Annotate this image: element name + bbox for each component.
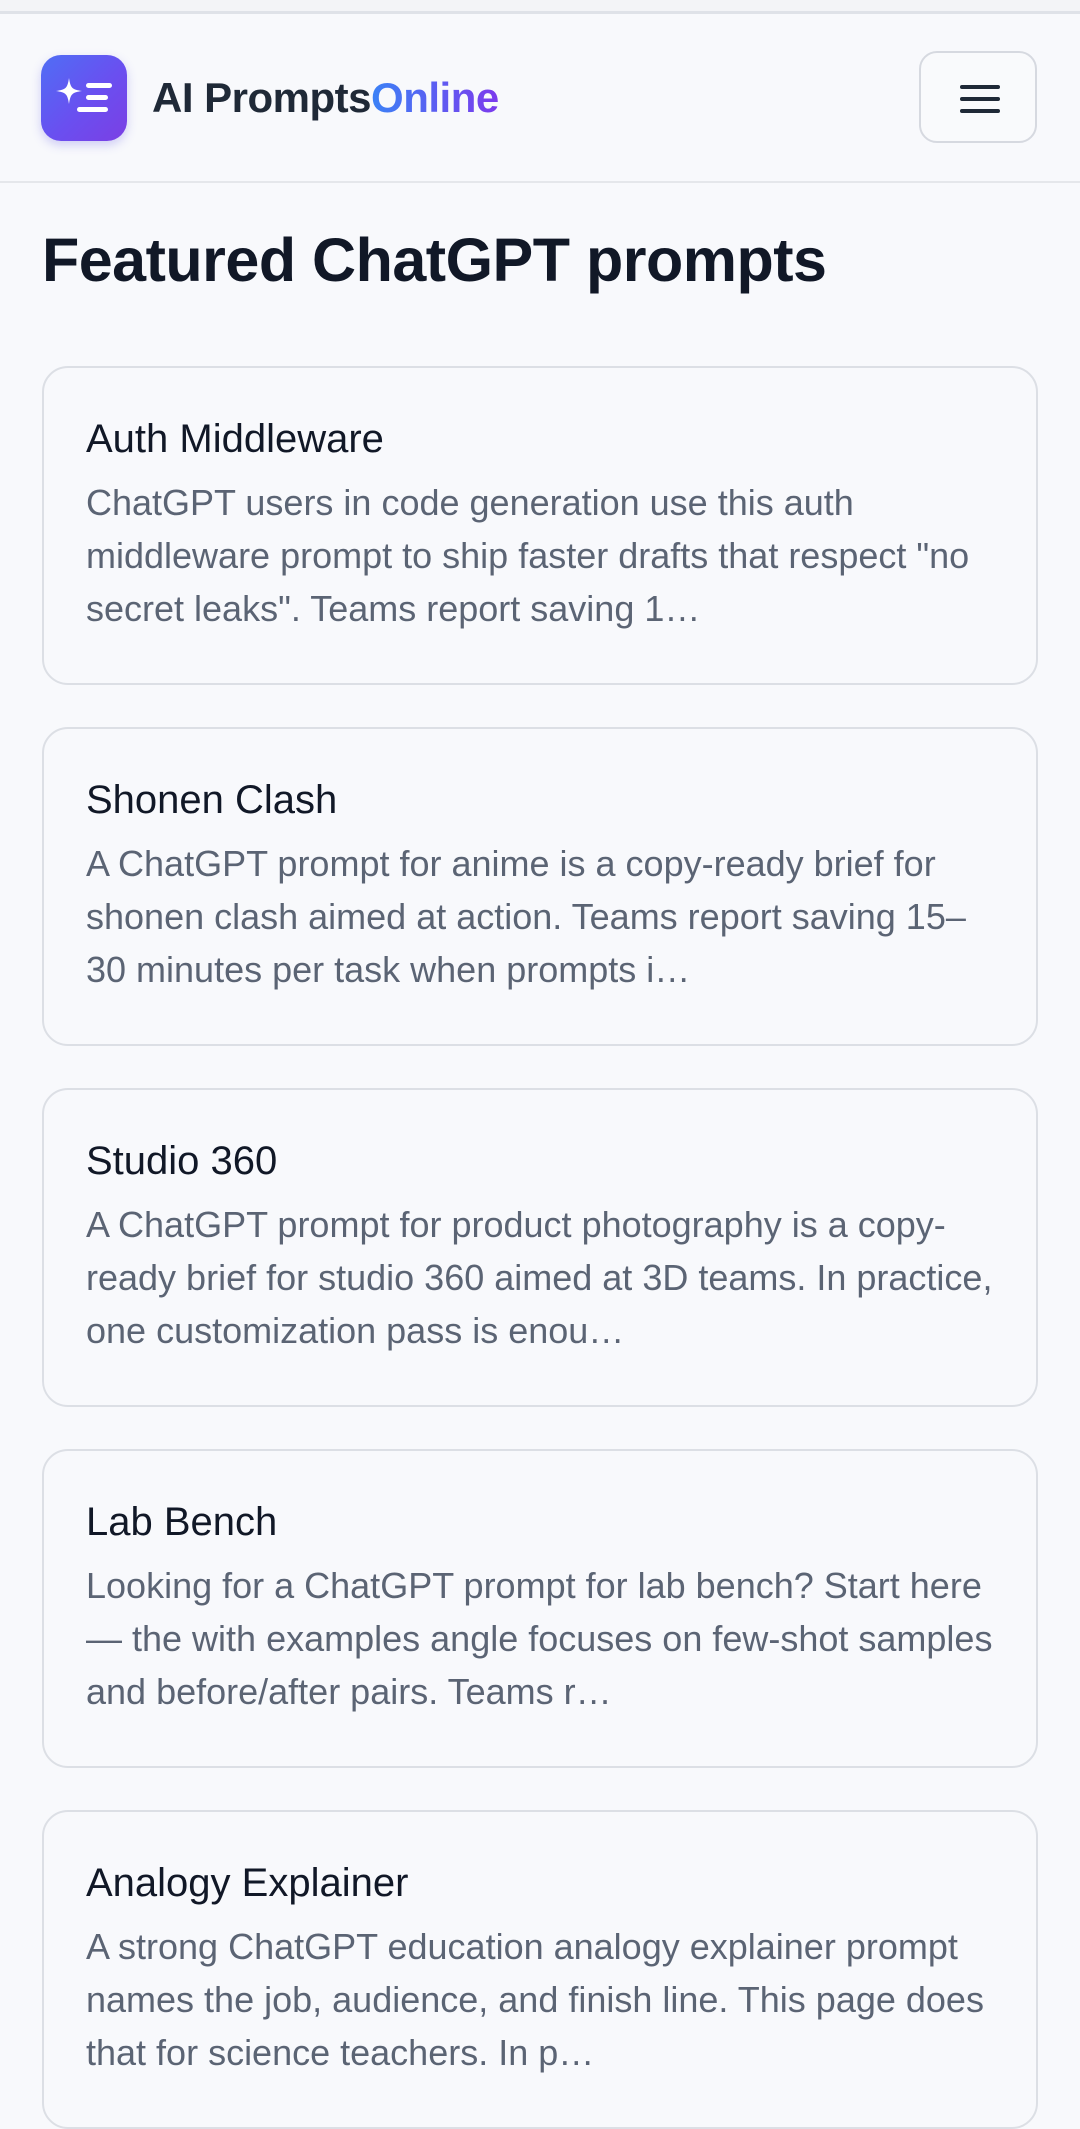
card-title: Lab Bench: [86, 1500, 278, 1544]
hamburger-menu-icon: [960, 85, 1000, 113]
card-description: ChatGPT users in code generation use thi…: [86, 482, 970, 629]
top-edge-divider: [0, 0, 1080, 14]
brand-name[interactable]: AI PromptsOnline: [152, 72, 499, 124]
card-description: A ChatGPT prompt for product photography…: [86, 1204, 993, 1351]
card-description: A ChatGPT prompt for anime is a copy-rea…: [86, 843, 966, 990]
menu-button[interactable]: [919, 51, 1037, 143]
card-title: Studio 360: [86, 1139, 278, 1183]
prompt-card-analogy-explainer[interactable]: Analogy Explainer A strong ChatGPT educa…: [42, 1810, 1038, 2129]
site-header: AI PromptsOnline: [0, 14, 1080, 183]
sparkle-list-icon: [56, 78, 112, 112]
card-title: Analogy Explainer: [86, 1861, 409, 1905]
page-title: Featured ChatGPT prompts: [42, 226, 827, 294]
card-title: Auth Middleware: [86, 417, 384, 461]
brand-name-accent: Online: [371, 74, 499, 121]
logo-icon[interactable]: [41, 55, 127, 141]
prompt-card-studio-360[interactable]: Studio 360 A ChatGPT prompt for product …: [42, 1088, 1038, 1407]
prompt-card-lab-bench[interactable]: Lab Bench Looking for a ChatGPT prompt f…: [42, 1449, 1038, 1768]
brand-name-main: AI Prompts: [152, 74, 372, 121]
card-title: Shonen Clash: [86, 778, 338, 822]
prompt-card-shonen-clash[interactable]: Shonen Clash A ChatGPT prompt for anime …: [42, 727, 1038, 1046]
card-description: A strong ChatGPT education analogy expla…: [86, 1926, 984, 2073]
card-description: Looking for a ChatGPT prompt for lab ben…: [86, 1565, 993, 1712]
prompt-card-auth-middleware[interactable]: Auth Middleware ChatGPT users in code ge…: [42, 366, 1038, 685]
